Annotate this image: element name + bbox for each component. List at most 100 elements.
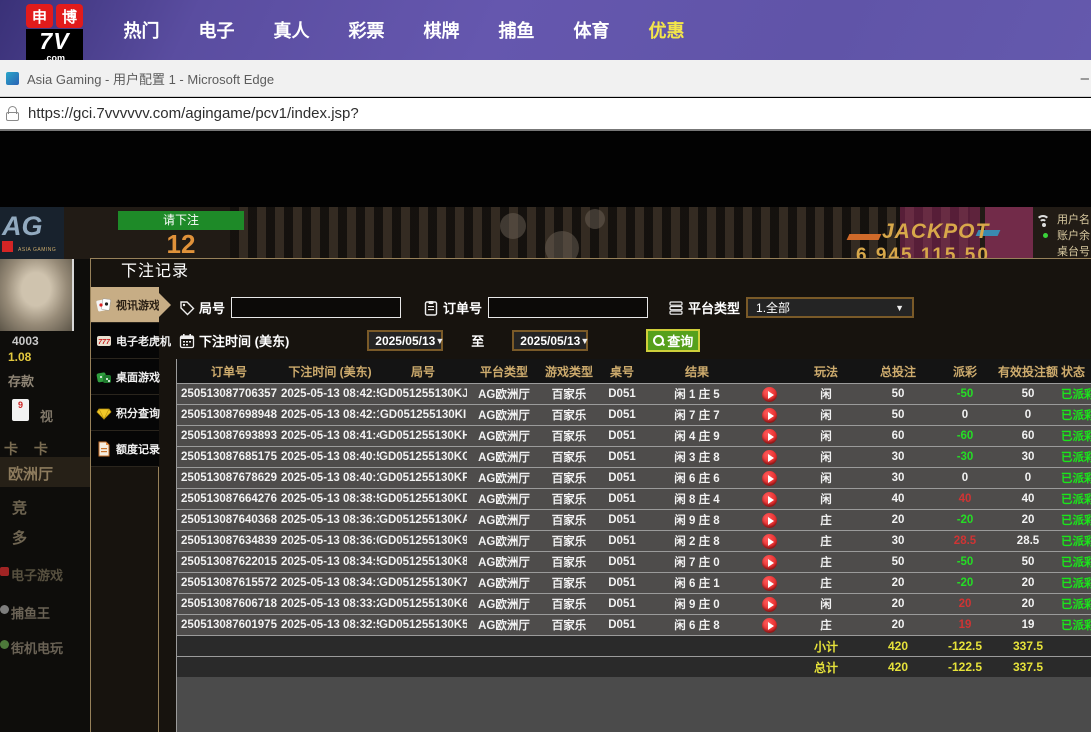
play-video-button[interactable] bbox=[762, 408, 777, 423]
table-cell: 闲 8 庄 4 bbox=[647, 491, 747, 507]
nav-item-sports[interactable]: 体育 bbox=[554, 17, 629, 43]
table-cell: 20 bbox=[935, 598, 995, 610]
round-number-input[interactable] bbox=[231, 297, 401, 318]
deposit-link[interactable]: 存款 bbox=[8, 371, 34, 390]
table-cell: 2025-05-13 08:42:10 bbox=[281, 409, 379, 421]
table-cell-play bbox=[747, 429, 791, 444]
table-cell: 2025-05-13 08:36:39 bbox=[281, 514, 379, 526]
play-video-button[interactable] bbox=[762, 618, 777, 633]
table-cell: 闲 3 庄 8 bbox=[647, 449, 747, 465]
table-cell: 已派彩 bbox=[1061, 470, 1091, 486]
platform-type-icon bbox=[668, 300, 684, 316]
sidebar-item-credit-records[interactable]: 额度记录 bbox=[91, 431, 159, 467]
round-number-label: 局号 bbox=[199, 298, 225, 317]
betting-records-panel: 下注记录 视讯游戏 777 电子老虎机 bbox=[90, 258, 1091, 732]
table-cell: 40 bbox=[861, 493, 935, 505]
nav-item-lottery[interactable]: 彩票 bbox=[329, 17, 404, 43]
table-row: 2505130876642762025-05-13 08:38:53GD0512… bbox=[177, 488, 1091, 509]
table-row: 2505130876348392025-05-13 08:36:08GD0512… bbox=[177, 530, 1091, 551]
table-cell: 2025-05-13 08:42:50 bbox=[281, 388, 379, 400]
table-cell: 百家乐 bbox=[541, 407, 597, 423]
play-video-button[interactable] bbox=[762, 429, 777, 444]
table-cell: -60 bbox=[935, 430, 995, 442]
table-row: 2505130876067182025-05-13 08:33:23GD0512… bbox=[177, 593, 1091, 614]
table-cell: 庄 bbox=[791, 575, 861, 591]
play-video-button[interactable] bbox=[762, 534, 777, 549]
banner-user-panel: 用户名 账户余 桌台号 bbox=[1057, 212, 1091, 259]
nav-item-live[interactable]: 真人 bbox=[254, 17, 329, 43]
table-cell: 40 bbox=[995, 493, 1061, 505]
browser-urlbar: https://gci.7vvvvvv.com/agingame/pcv1/in… bbox=[0, 98, 1091, 131]
table-header-cell: 总投注 bbox=[861, 363, 935, 380]
play-video-button[interactable] bbox=[762, 450, 777, 465]
slots-fragment: 电子游戏 bbox=[11, 565, 63, 584]
logo-badge-bo: 博 bbox=[56, 4, 83, 28]
play-video-button[interactable] bbox=[762, 387, 777, 402]
table-header-cell: 局号 bbox=[379, 363, 467, 380]
sidebar-item-video-games[interactable]: 视讯游戏 bbox=[91, 287, 159, 323]
sidebar-item-table-games[interactable]: 桌面游戏 bbox=[91, 359, 159, 395]
table-header-cell: 玩法 bbox=[791, 363, 861, 380]
play-video-button[interactable] bbox=[762, 576, 777, 591]
wifi-icon bbox=[1036, 215, 1052, 227]
nav-item-hot[interactable]: 热门 bbox=[104, 17, 179, 43]
sidebar-item-label: 桌面游戏 bbox=[116, 369, 160, 385]
nav-item-boardgames[interactable]: 棋牌 bbox=[404, 17, 479, 43]
screen: 申 博 7V .com 热门 电子 真人 彩票 棋牌 捕鱼 体育 优惠 Asia… bbox=[0, 0, 1091, 732]
logo-badge-shen: 申 bbox=[26, 4, 53, 28]
platform-type-select[interactable]: 1.全部 ▼ bbox=[746, 297, 914, 318]
table-row: 2505130876019752025-05-13 08:32:54GD0512… bbox=[177, 614, 1091, 635]
table-header-cell: 游戏类型 bbox=[541, 363, 597, 380]
table-total-row: 总计420-122.5337.5 bbox=[177, 656, 1091, 677]
window-title: Asia Gaming - 用户配置 1 - Microsoft Edge bbox=[27, 69, 274, 88]
nav-item-promo[interactable]: 优惠 bbox=[629, 17, 704, 43]
page-black-band bbox=[0, 133, 1091, 207]
play-video-button[interactable] bbox=[762, 513, 777, 528]
date-from-value: 2025/05/13 bbox=[375, 334, 435, 348]
play-video-button[interactable] bbox=[762, 597, 777, 612]
table-cell: 20 bbox=[995, 577, 1061, 589]
avatar bbox=[0, 259, 74, 331]
table-cell: 19 bbox=[995, 619, 1061, 631]
table-total-cell: -122.5 bbox=[935, 660, 995, 674]
fishing-fragment: 捕鱼王 bbox=[11, 603, 50, 622]
table-cell: 0 bbox=[935, 409, 995, 421]
search-button[interactable]: 查询 bbox=[646, 329, 700, 352]
table-cell: D051 bbox=[597, 409, 647, 421]
minimize-button[interactable]: – bbox=[1081, 70, 1089, 87]
lock-icon[interactable] bbox=[6, 106, 19, 121]
nav-item-fishing[interactable]: 捕鱼 bbox=[479, 17, 554, 43]
table-cell: -30 bbox=[935, 451, 995, 463]
sidebar-item-slot-machines[interactable]: 777 电子老虎机 bbox=[91, 323, 159, 359]
date-to-picker[interactable]: 2025/05/13 ▼ bbox=[512, 330, 588, 351]
table-header-row: 订单号下注时间 (美东)局号平台类型游戏类型桌号结果玩法总投注派彩有效投注额状态 bbox=[177, 359, 1091, 383]
table-total-cell: 337.5 bbox=[995, 639, 1061, 653]
cards-icon bbox=[96, 297, 112, 313]
nav-menu: 热门 电子 真人 彩票 棋牌 捕鱼 体育 优惠 bbox=[104, 0, 704, 60]
table-total-cell: 337.5 bbox=[995, 660, 1061, 674]
table-cell: AG欧洲厅 bbox=[467, 596, 541, 612]
table-cell: 百家乐 bbox=[541, 554, 597, 570]
order-number-input[interactable] bbox=[488, 297, 648, 318]
play-video-button[interactable] bbox=[762, 555, 777, 570]
ag-red-square bbox=[2, 241, 13, 252]
jackpot-value: 6,945,115.50 bbox=[856, 245, 990, 259]
browser-titlebar: Asia Gaming - 用户配置 1 - Microsoft Edge – bbox=[0, 60, 1091, 97]
sidebar-item-points-inquiry[interactable]: 积分查询 bbox=[91, 395, 159, 431]
date-to-value: 2025/05/13 bbox=[520, 334, 580, 348]
table-cell: 已派彩 bbox=[1061, 491, 1091, 507]
url-text[interactable]: https://gci.7vvvvvv.com/agingame/pcv1/in… bbox=[28, 105, 359, 122]
table-row: 2505130876403682025-05-13 08:36:39GD0512… bbox=[177, 509, 1091, 530]
site-logo[interactable]: 申 博 7V .com bbox=[26, 4, 92, 60]
nav-item-slots[interactable]: 电子 bbox=[179, 17, 254, 43]
background-left-strip: 4003 1.08 存款 9 视 卡 卡 欧洲厅 竞 多 电子游戏 捕鱼王 街机… bbox=[0, 259, 90, 732]
table-cell: 2025-05-13 08:38:53 bbox=[281, 493, 379, 505]
mini-card-icon: 9 bbox=[12, 399, 29, 421]
play-video-button[interactable] bbox=[762, 471, 777, 486]
table-cell: 250513087698948 bbox=[177, 409, 281, 421]
date-from-picker[interactable]: 2025/05/13 ▼ bbox=[367, 330, 443, 351]
table-cell: -20 bbox=[935, 577, 995, 589]
table-cell: 50 bbox=[995, 388, 1061, 400]
play-video-button[interactable] bbox=[762, 492, 777, 507]
table-cell: 50 bbox=[861, 556, 935, 568]
